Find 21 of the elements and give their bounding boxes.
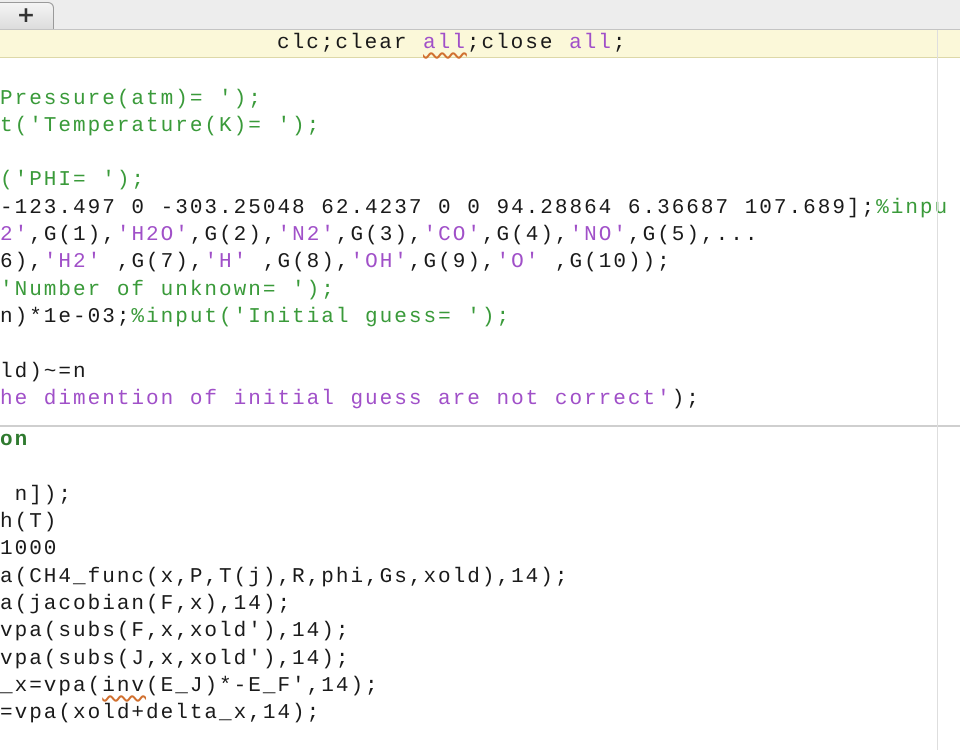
code-line: _x=vpa(inv(E_J)*-E_F',14);	[0, 674, 381, 700]
code-line: a(CH4_func(x,P,T(j),R,phi,Gs,xold),14);	[0, 564, 570, 591]
code-line: vpa(subs(J,x,xold'),14);	[0, 646, 352, 673]
code-line: on	[0, 428, 30, 454]
code-line: =vpa(xold+delta_x,14);	[0, 701, 322, 728]
code-line: he dimention of initial guess are not correct');	[0, 386, 702, 413]
code-line: Pressure(atm)= ');	[0, 86, 264, 113]
code-line: n]);	[14, 482, 74, 509]
code-line: 1000	[0, 537, 60, 564]
code-line: 'Number of unknown= ');	[0, 278, 337, 304]
code-line: -123.497 0 -303.25048 62.4237 0 0 94.28864 6.36687 107.689];%inpu	[0, 196, 950, 222]
code-line: n)*1e-03;%input('Initial guess= ');	[0, 304, 512, 331]
code-line: 6),'H2' ,G(7),'H' ,G(8),'OH',G(9),'O' ,G(10));	[0, 250, 673, 276]
new-tab-button[interactable]: +	[0, 2, 54, 29]
code-line: vpa(subs(F,x,xold'),14);	[0, 619, 352, 646]
code-line: h(T)	[0, 510, 60, 536]
code-line: a(jacobian(F,x),14);	[0, 592, 294, 618]
code-line: ('PHI= ');	[0, 168, 148, 194]
code-line: ld)~=n	[0, 360, 89, 386]
code-line: 2',G(1),'H2O',G(2),'N2',G(3),'CO',G(4),'NO',G(5),...	[0, 223, 760, 250]
code-line: t('Temperature(K)= ');	[0, 114, 322, 140]
